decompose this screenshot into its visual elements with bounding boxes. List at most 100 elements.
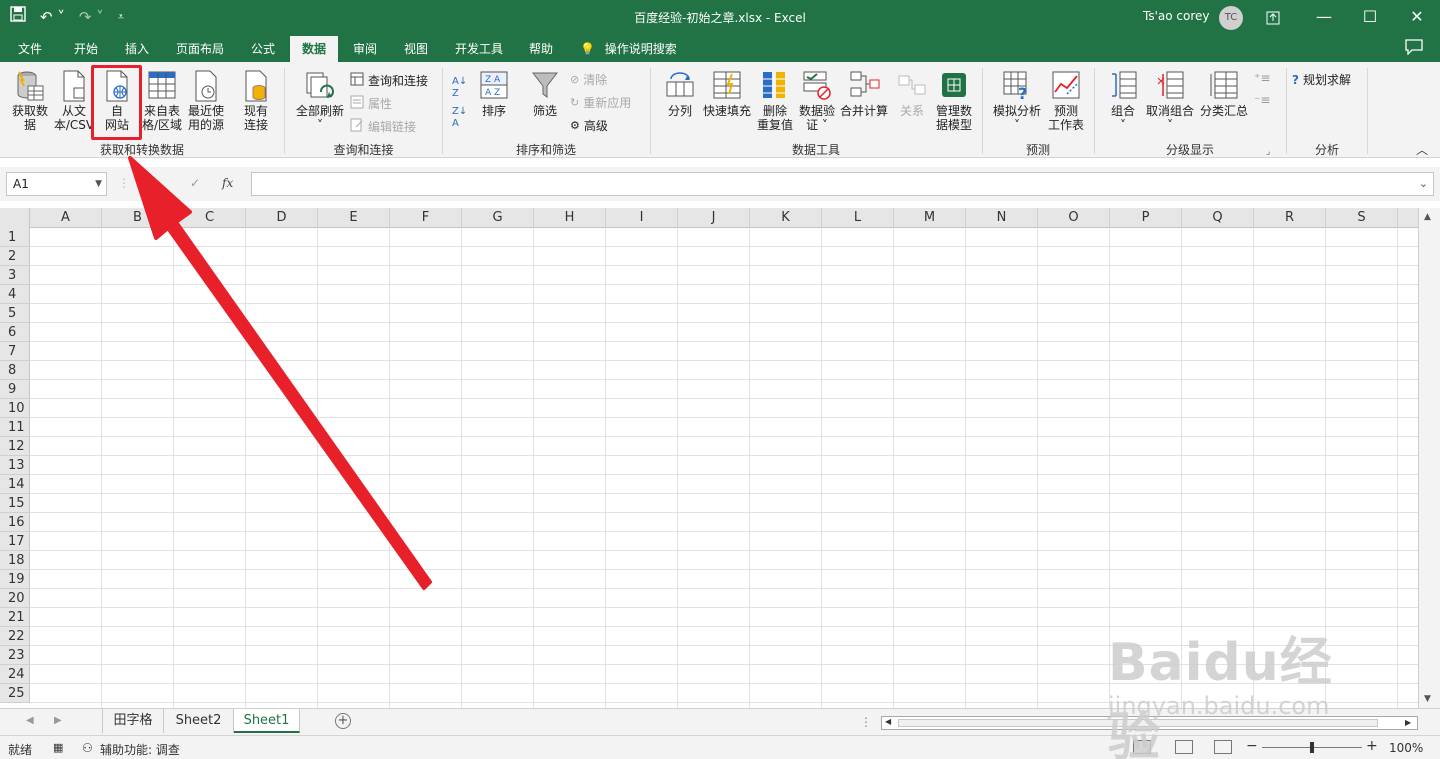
row-header[interactable]: 2: [0, 247, 30, 266]
reapply-button[interactable]: ↻ 重新应用: [570, 95, 631, 111]
name-box[interactable]: A1 ▼: [6, 172, 107, 196]
from-text-csv-button[interactable]: 从文 本/CSV: [52, 70, 96, 132]
sheet-tab-sheet1[interactable]: Sheet1: [234, 709, 300, 733]
forecast-sheet-button[interactable]: 预测 工作表: [1046, 70, 1086, 132]
column-header[interactable]: S: [1326, 208, 1398, 228]
queries-connections-button[interactable]: 查询和连接: [350, 72, 428, 90]
accessibility-icon[interactable]: ⚇: [82, 741, 93, 755]
enter-check-icon[interactable]: ✓: [190, 176, 200, 190]
remove-duplicates-button[interactable]: 删除 重复值: [756, 70, 794, 132]
insert-function-icon[interactable]: fx: [222, 176, 233, 190]
sheet-tab-sheet2[interactable]: Sheet2: [164, 709, 234, 733]
row-header[interactable]: 22: [0, 627, 30, 646]
tab-page-layout[interactable]: 页面布局: [166, 36, 234, 62]
row-header[interactable]: 19: [0, 570, 30, 589]
maximize-icon[interactable]: ☐: [1347, 0, 1393, 36]
row-header[interactable]: 16: [0, 513, 30, 532]
column-header[interactable]: A: [30, 208, 102, 228]
column-header[interactable]: M: [894, 208, 966, 228]
sort-ascending-icon[interactable]: A↓ Z: [452, 76, 467, 100]
row-header[interactable]: 3: [0, 266, 30, 285]
row-header[interactable]: 12: [0, 437, 30, 456]
row-header[interactable]: 1: [0, 228, 30, 247]
column-header[interactable]: L: [822, 208, 894, 228]
user-name[interactable]: Ts'ao corey: [1143, 9, 1210, 23]
relationships-button[interactable]: 关系: [892, 70, 932, 118]
vertical-scrollbar[interactable]: ▲ ▼: [1418, 208, 1440, 708]
column-header[interactable]: O: [1038, 208, 1110, 228]
collapse-ribbon-icon[interactable]: ︿: [1416, 142, 1428, 158]
edit-links-button[interactable]: 编辑链接: [350, 118, 416, 136]
sort-az-buttons[interactable]: A↓ Z Z↓ A: [452, 76, 467, 130]
show-detail-icon[interactable]: ⁺≡: [1254, 70, 1270, 86]
tell-me-search[interactable]: 💡 操作说明搜索: [580, 36, 686, 62]
add-sheet-icon[interactable]: +: [335, 713, 351, 729]
column-header[interactable]: C: [174, 208, 246, 228]
column-header[interactable]: G: [462, 208, 534, 228]
row-header[interactable]: 6: [0, 323, 30, 342]
row-header[interactable]: 23: [0, 646, 30, 665]
ribbon-display-options-icon[interactable]: [1250, 0, 1296, 36]
sort-button[interactable]: Z A A Z 排序: [476, 70, 512, 118]
data-validation-button[interactable]: 数据验 证 ˅: [796, 70, 838, 132]
chevron-down-icon[interactable]: ▼: [95, 173, 102, 195]
tab-file[interactable]: 文件: [6, 36, 54, 62]
ungroup-button[interactable]: 取消组合 ˅: [1144, 70, 1196, 132]
row-header[interactable]: 25: [0, 684, 30, 703]
sheet-next-icon[interactable]: ▶: [54, 715, 62, 726]
properties-button[interactable]: 属性: [350, 95, 392, 113]
column-header[interactable]: K: [750, 208, 822, 228]
accessibility-status[interactable]: 辅助功能: 调查: [100, 741, 180, 758]
tab-insert[interactable]: 插入: [112, 36, 162, 62]
consolidate-button[interactable]: 合并计算: [838, 70, 890, 118]
scroll-down-icon[interactable]: ▼: [1424, 694, 1431, 704]
row-header[interactable]: 20: [0, 589, 30, 608]
expand-formula-bar-icon[interactable]: ⌄: [1419, 177, 1428, 190]
row-header[interactable]: 5: [0, 304, 30, 323]
existing-connections-button[interactable]: 现有 连接: [236, 70, 276, 132]
row-header[interactable]: 18: [0, 551, 30, 570]
sheet-tab-tianzige[interactable]: 田字格: [102, 709, 164, 733]
column-header[interactable]: P: [1110, 208, 1182, 228]
column-header[interactable]: Q: [1182, 208, 1254, 228]
from-table-range-button[interactable]: 来自表 格/区域: [140, 70, 184, 132]
column-header[interactable]: J: [678, 208, 750, 228]
scroll-right-icon[interactable]: ▶: [1405, 718, 1411, 727]
row-header[interactable]: 11: [0, 418, 30, 437]
row-header[interactable]: 14: [0, 475, 30, 494]
clear-filter-button[interactable]: ⊘ 清除: [570, 72, 607, 88]
tab-data[interactable]: 数据: [290, 36, 338, 62]
column-header[interactable]: R: [1254, 208, 1326, 228]
column-header[interactable]: N: [966, 208, 1038, 228]
row-header[interactable]: 7: [0, 342, 30, 361]
column-header[interactable]: F: [390, 208, 462, 228]
row-header[interactable]: 17: [0, 532, 30, 551]
manage-data-model-button[interactable]: 管理数 据模型: [934, 70, 974, 132]
row-header[interactable]: 24: [0, 665, 30, 684]
text-to-columns-button[interactable]: 分列: [662, 70, 698, 118]
macro-record-icon[interactable]: ▦: [53, 741, 63, 754]
hide-detail-icon[interactable]: ⁻≡: [1254, 92, 1270, 108]
column-header[interactable]: E: [318, 208, 390, 228]
tab-split-handle-icon[interactable]: ⋮: [860, 715, 872, 729]
formula-input[interactable]: ⌄: [251, 172, 1434, 196]
column-header[interactable]: I: [606, 208, 678, 228]
recent-sources-button[interactable]: 最近使 用的源: [184, 70, 228, 132]
avatar[interactable]: TC: [1219, 6, 1243, 30]
row-header[interactable]: 21: [0, 608, 30, 627]
sheet-prev-icon[interactable]: ◀: [26, 715, 34, 726]
scroll-left-icon[interactable]: ◀: [885, 717, 891, 726]
row-header[interactable]: 4: [0, 285, 30, 304]
solver-button[interactable]: ? 规划求解: [1292, 72, 1351, 88]
row-header[interactable]: 8: [0, 361, 30, 380]
close-icon[interactable]: ✕: [1394, 0, 1440, 36]
filter-button[interactable]: 筛选: [526, 70, 564, 118]
advanced-filter-button[interactable]: ⚙ 高级: [570, 118, 608, 134]
refresh-all-button[interactable]: 全部刷新 ˅: [292, 70, 348, 132]
zoom-level[interactable]: 100%: [1389, 741, 1423, 755]
column-header[interactable]: H: [534, 208, 606, 228]
tab-home[interactable]: 开始: [60, 36, 112, 62]
row-header[interactable]: 13: [0, 456, 30, 475]
tab-help[interactable]: 帮助: [518, 36, 564, 62]
tab-formulas[interactable]: 公式: [240, 36, 286, 62]
